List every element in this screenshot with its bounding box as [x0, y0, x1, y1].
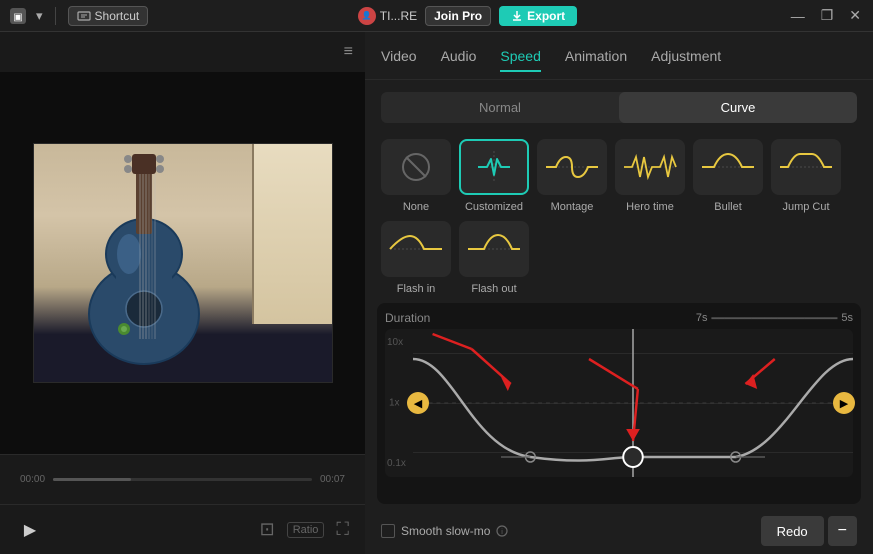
speed-icon-customized — [459, 139, 529, 195]
mode-normal-button[interactable]: Normal — [381, 92, 619, 123]
keyboard-icon — [77, 9, 91, 23]
video-frame — [33, 143, 333, 383]
user-info: 👤 TI...RE — [358, 7, 417, 25]
curve-visualization: 10x 1x 0.1x — [385, 329, 853, 477]
speed-label-bullet: Bullet — [714, 201, 742, 213]
speed-icon-montage — [537, 139, 607, 195]
duration-separator: ━━━━━━━━━━━━━━━━━━━ — [712, 312, 838, 325]
ratio-button[interactable]: Ratio — [287, 522, 325, 538]
duration-header: Duration 7s ━━━━━━━━━━━━━━━━━━━ 5s — [385, 311, 853, 325]
playhead-right-button[interactable]: ▶ — [833, 392, 855, 414]
speed-label-jumpcut: Jump Cut — [782, 201, 829, 213]
speed-option-none[interactable]: None — [381, 139, 451, 213]
video-preview — [0, 72, 365, 454]
redo-button[interactable]: Redo — [761, 516, 824, 546]
y-label-mid: 1x — [389, 398, 400, 409]
speed-label-montage: Montage — [551, 201, 594, 213]
y-label-bot: 0.1x — [387, 458, 406, 469]
speed-icon-jumpcut — [771, 139, 841, 195]
speed-option-flashout[interactable]: Flash out — [459, 221, 529, 295]
minimize-button[interactable]: — — [787, 6, 809, 26]
shortcut-label: Shortcut — [95, 9, 140, 23]
tab-audio[interactable]: Audio — [441, 44, 477, 68]
close-button[interactable]: ✕ — [845, 5, 865, 26]
speed-curve-svg — [413, 329, 853, 477]
smooth-checkbox-input[interactable] — [381, 524, 395, 538]
tab-adjustment[interactable]: Adjustment — [651, 44, 721, 68]
export-button[interactable]: Export — [499, 6, 577, 26]
play-button[interactable]: ▶ — [16, 516, 44, 544]
title-bar-right: — ❐ ✕ — [787, 5, 865, 26]
speed-label-flashout: Flash out — [471, 283, 516, 295]
time-start: 00:00 — [20, 474, 45, 485]
svg-text:i: i — [502, 529, 504, 536]
curve-area: Duration 7s ━━━━━━━━━━━━━━━━━━━ 5s 10x 1… — [377, 303, 861, 504]
speed-option-bullet[interactable]: Bullet — [693, 139, 763, 213]
tab-animation[interactable]: Animation — [565, 44, 627, 68]
speed-icon-flashout — [459, 221, 529, 277]
mode-curve-button[interactable]: Curve — [619, 92, 857, 123]
speed-icon-none — [381, 139, 451, 195]
info-icon: i — [496, 525, 508, 537]
left-panel: ≡ — [0, 32, 365, 554]
progress-bar[interactable] — [53, 478, 312, 481]
panel-bottom: Smooth slow-mo i Redo − — [365, 508, 873, 554]
speed-option-customized[interactable]: Customized — [459, 139, 529, 213]
guitar-svg — [64, 154, 264, 374]
smooth-label: Smooth slow-mo — [401, 524, 490, 538]
speed-label-hero: Hero time — [626, 201, 674, 213]
duration-times: 7s ━━━━━━━━━━━━━━━━━━━ 5s — [696, 312, 853, 325]
hamburger-menu[interactable]: ≡ — [344, 43, 353, 61]
door-light — [252, 144, 332, 324]
export-label: Export — [527, 9, 565, 23]
speed-option-jumpcut[interactable]: Jump Cut — [771, 139, 841, 213]
speed-icon-flashin — [381, 221, 451, 277]
user-label: TI...RE — [380, 9, 417, 23]
time-end: 00:07 — [320, 474, 345, 485]
main-area: ≡ — [0, 32, 873, 554]
speed-label-none: None — [403, 201, 429, 213]
fullscreen-icon[interactable]: ⛶ — [336, 519, 349, 540]
screen-size-icon[interactable]: ⊡ — [260, 519, 275, 540]
smooth-slow-mo-control[interactable]: Smooth slow-mo i — [381, 524, 508, 538]
minus-button[interactable]: − — [828, 516, 857, 546]
tab-video[interactable]: Video — [381, 44, 417, 68]
speed-icon-bullet — [693, 139, 763, 195]
speed-option-hero[interactable]: Hero time — [615, 139, 685, 213]
speed-option-flashin[interactable]: Flash in — [381, 221, 451, 295]
maximize-button[interactable]: ❐ — [817, 5, 838, 26]
app-icon: ▣ — [8, 6, 28, 26]
svg-text:▣: ▣ — [13, 12, 22, 23]
join-pro-button[interactable]: Join Pro — [425, 6, 491, 26]
duration-label: Duration — [385, 311, 430, 325]
title-bar-left: ▣ ▾ Shortcut — [8, 6, 148, 26]
speed-label-customized: Customized — [465, 201, 523, 213]
duration-start: 7s — [696, 312, 708, 324]
tabs: Video Audio Speed Animation Adjustment — [365, 32, 873, 80]
left-panel-header: ≡ — [0, 32, 365, 72]
shortcut-button[interactable]: Shortcut — [68, 6, 149, 26]
speed-icon-hero — [615, 139, 685, 195]
playhead-left-button[interactable]: ◀ — [407, 392, 429, 414]
bottom-controls: ▶ ⊡ Ratio ⛶ — [0, 504, 365, 554]
y-label-top: 10x — [387, 337, 403, 348]
speed-option-montage[interactable]: Montage — [537, 139, 607, 213]
speed-options: None Customized — [365, 131, 873, 303]
title-bar: ▣ ▾ Shortcut 👤 TI...RE Join Pro Export —… — [0, 0, 873, 32]
title-bar-center: 👤 TI...RE Join Pro Export — [358, 6, 577, 26]
tab-speed[interactable]: Speed — [500, 44, 540, 68]
playback-controls: 00:00 00:07 — [0, 454, 365, 504]
right-panel: Video Audio Speed Animation Adjustment N… — [365, 32, 873, 554]
speed-mode-toggle: Normal Curve — [381, 92, 857, 123]
divider — [55, 7, 56, 25]
dropdown-arrow[interactable]: ▾ — [36, 8, 43, 24]
user-avatar: 👤 — [358, 7, 376, 25]
duration-end: 5s — [841, 312, 853, 324]
action-buttons: Redo − — [761, 516, 857, 546]
export-icon — [511, 10, 523, 22]
speed-label-flashin: Flash in — [397, 283, 436, 295]
